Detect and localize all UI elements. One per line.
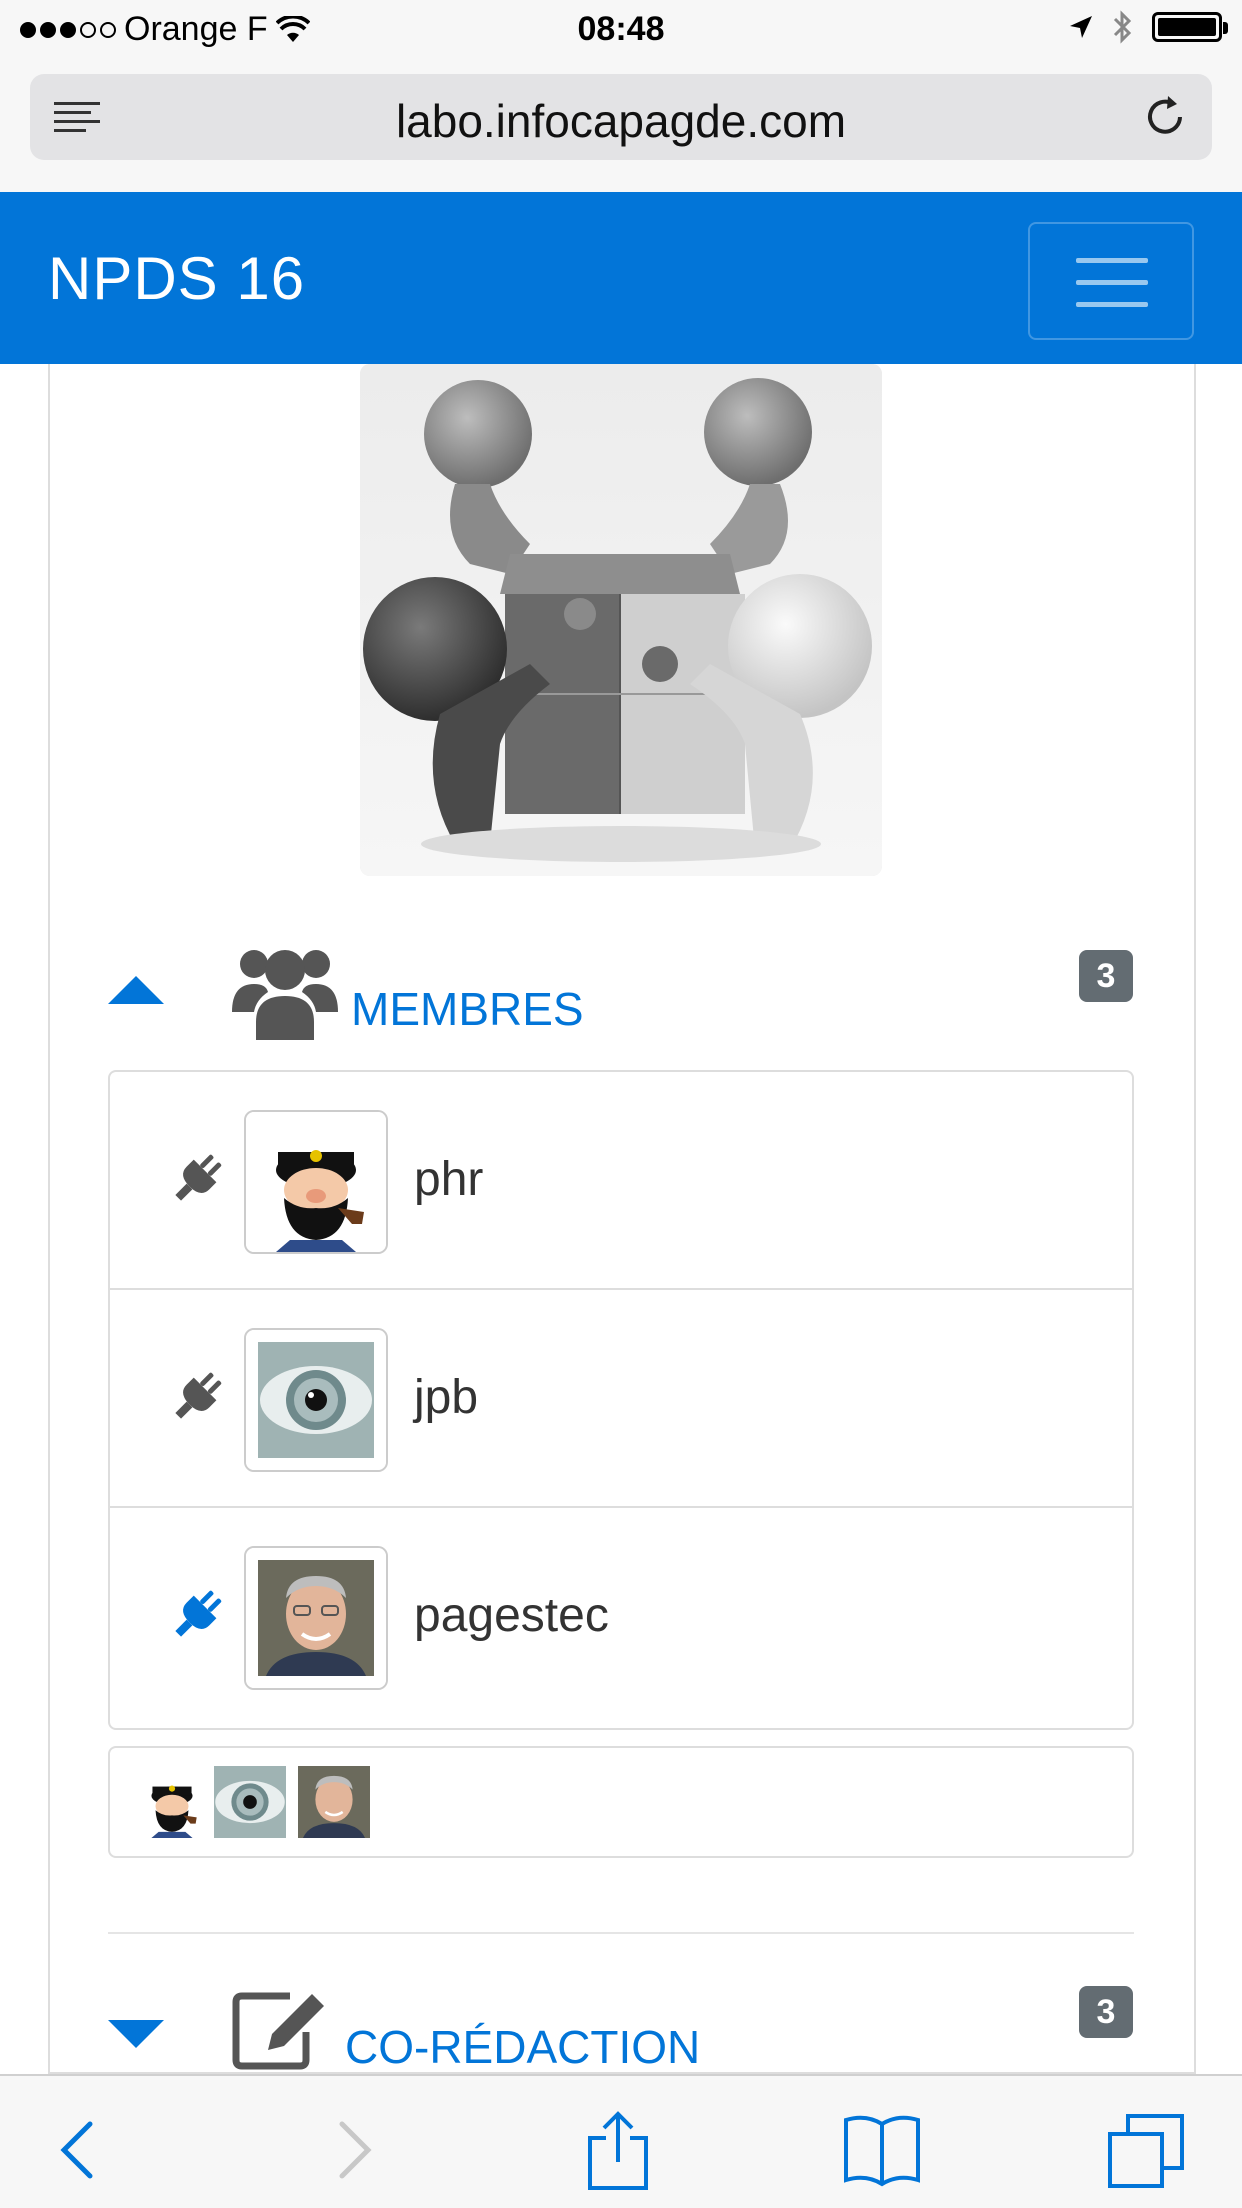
location-arrow-icon [1070, 16, 1092, 38]
site-brand[interactable]: NPDS 16 [48, 244, 305, 313]
member-username[interactable]: jpb [414, 1370, 478, 1425]
coredaction-count-badge: 3 [1079, 1986, 1133, 2038]
member-username[interactable]: pagestec [414, 1588, 609, 1643]
site-navbar: NPDS 16 [0, 192, 1242, 364]
status-bar: Orange F 08:48 [0, 0, 1242, 62]
member-avatar[interactable] [244, 1546, 388, 1690]
status-icons [1068, 10, 1228, 44]
member-row[interactable]: phr [110, 1072, 1132, 1290]
mini-avatar[interactable] [214, 1766, 286, 1838]
mini-avatar[interactable] [298, 1766, 370, 1838]
url-text[interactable]: labo.infocapagde.com [30, 94, 1212, 148]
browser-toolbar [0, 2074, 1242, 2208]
plug-offline-icon [175, 1154, 222, 1201]
battery-icon [1152, 12, 1228, 42]
mini-avatar[interactable] [136, 1766, 208, 1838]
coredaction-section-header[interactable]: CO-RÉDACTION 3 [108, 1976, 1133, 2074]
edit-icon [232, 1992, 324, 2070]
plug-online-icon [175, 1590, 222, 1637]
members-count-badge: 3 [1079, 950, 1133, 1002]
members-section-header[interactable]: MEMBRES 3 [108, 940, 1133, 1050]
share-icon[interactable] [578, 2110, 658, 2190]
forward-icon[interactable] [312, 2110, 392, 2190]
browser-chrome: labo.infocapagde.com [0, 62, 1242, 192]
members-title[interactable]: MEMBRES [351, 982, 584, 1036]
reload-icon[interactable] [1140, 92, 1190, 142]
group-image [360, 364, 882, 876]
coredaction-title[interactable]: CO-RÉDACTION [345, 2020, 700, 2074]
members-list: phr jpb pagestec [108, 1070, 1134, 1730]
back-icon[interactable] [40, 2110, 120, 2190]
address-bar[interactable]: labo.infocapagde.com [30, 74, 1212, 160]
menu-toggle-button[interactable] [1028, 222, 1194, 340]
member-username[interactable]: phr [414, 1152, 483, 1207]
member-row[interactable]: jpb [110, 1290, 1132, 1508]
member-avatar[interactable] [244, 1110, 388, 1254]
expand-caret-down-icon[interactable] [108, 2020, 164, 2048]
member-avatar-strip [108, 1746, 1134, 1858]
tabs-icon[interactable] [1106, 2110, 1186, 2190]
bookmarks-icon[interactable] [842, 2110, 922, 2190]
member-avatar[interactable] [244, 1328, 388, 1472]
plug-offline-icon [175, 1372, 222, 1419]
member-row[interactable]: pagestec [110, 1508, 1132, 1726]
section-divider [108, 1932, 1134, 1934]
clock: 08:48 [577, 10, 665, 48]
collapse-caret-up-icon[interactable] [108, 976, 164, 1004]
bluetooth-icon [1113, 10, 1132, 44]
users-group-icon [232, 950, 338, 1040]
